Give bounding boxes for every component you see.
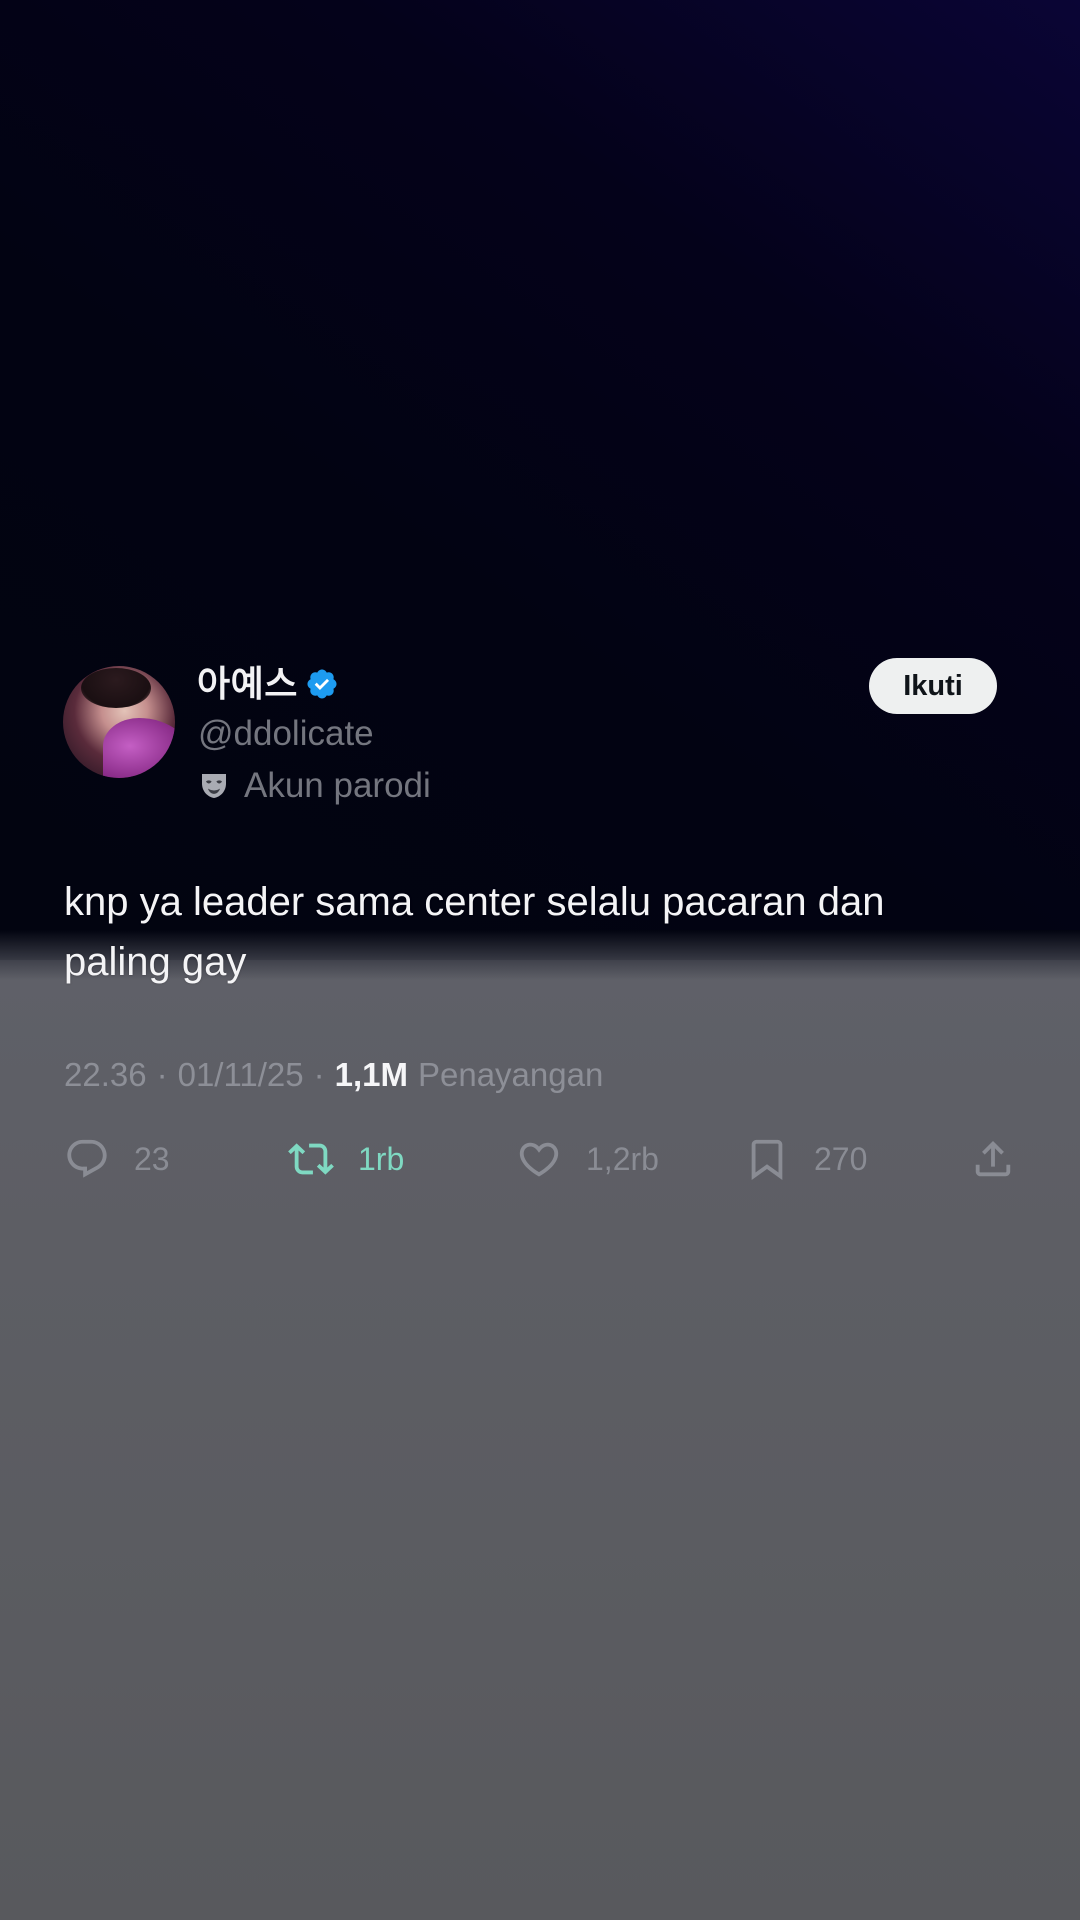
avatar-shirt [103,718,175,778]
like-button[interactable]: 1,2rb [516,1135,659,1183]
background-bottom [0,960,1080,1920]
bookmark-count: 270 [814,1140,868,1177]
parody-label: Akun parodi [244,766,431,805]
tweet-date[interactable]: 01/11/25 [178,1056,304,1094]
meta-separator: · [313,1056,325,1093]
like-icon [519,1142,559,1177]
display-name[interactable]: 아예스 [197,660,298,708]
reply-count: 23 [134,1140,170,1177]
share-icon [975,1140,1011,1177]
tweet-text: knp ya leader sama center selalu pacaran… [64,872,1024,992]
follow-button[interactable]: Ikuti [869,658,997,714]
user-handle[interactable]: @ddolicate [198,710,374,758]
views-count[interactable]: 1,1M [335,1056,408,1094]
like-count: 1,2rb [586,1140,659,1177]
avatar[interactable] [63,666,175,778]
reply-icon [67,1139,107,1178]
verified-badge-icon [307,669,337,699]
avatar-hair [81,668,151,708]
share-button[interactable] [970,1135,1016,1183]
retweet-icon [288,1143,334,1175]
retweet-button[interactable]: 1rb [288,1135,404,1183]
parody-label-row: Akun parodi [198,762,431,810]
retweet-count: 1rb [358,1140,405,1177]
screen: 아예스 @ddolicate Akun parodi Ikuti knp ya … [0,0,1080,1920]
tweet-time[interactable]: 22.36 [64,1056,147,1094]
reply-button[interactable]: 23 [64,1135,170,1183]
tweet-meta: 22.36 · 01/11/25 · 1,1M Penayangan [64,1050,603,1100]
bookmark-button[interactable]: 270 [744,1135,867,1183]
views-label: Penayangan [417,1056,604,1093]
parody-mask-icon [202,774,226,798]
tweet-text-line-2: paling gay [64,940,247,984]
tweet-text-line-1: knp ya leader sama center selalu pacaran… [64,880,885,924]
meta-separator: · [156,1056,168,1093]
bookmark-icon [751,1139,783,1180]
background-top [0,0,1080,960]
